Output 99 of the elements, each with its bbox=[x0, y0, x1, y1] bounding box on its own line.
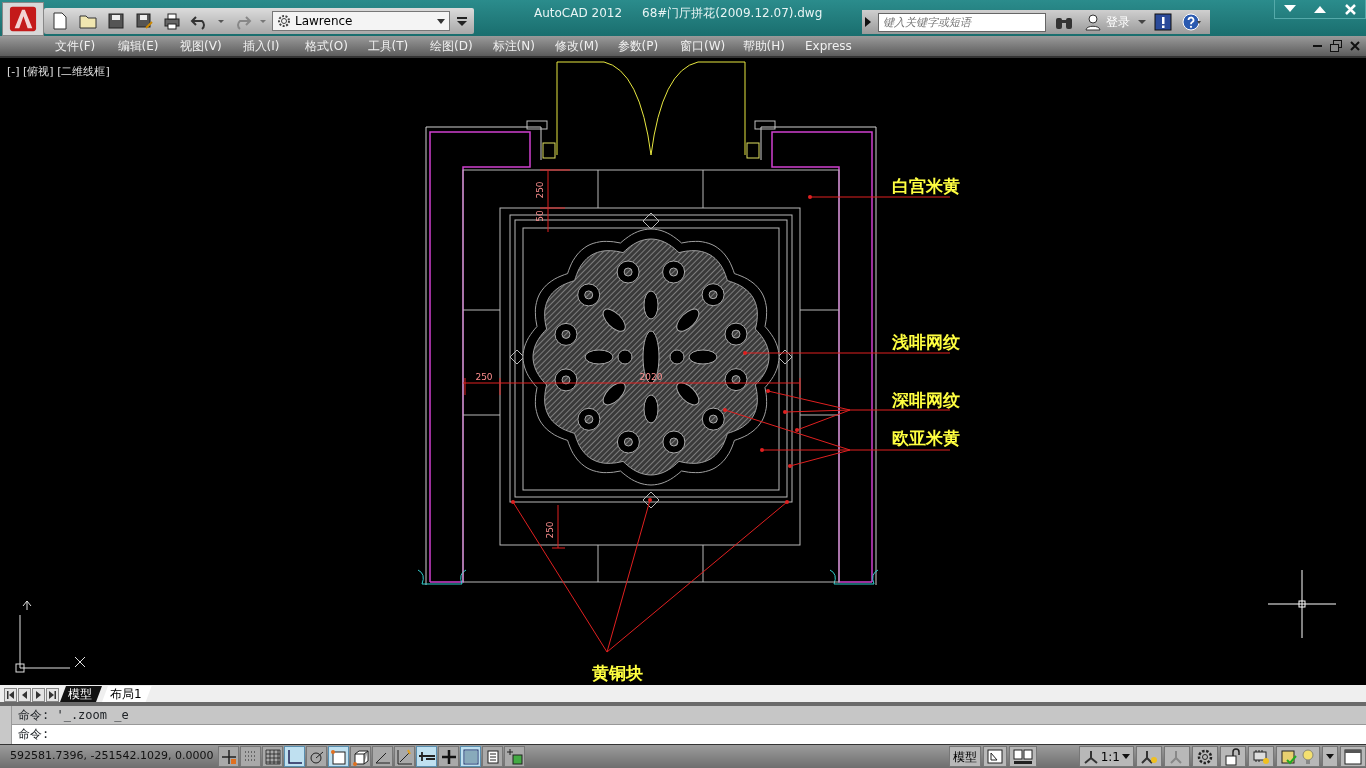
save-icon bbox=[106, 11, 126, 31]
close-icon bbox=[1350, 41, 1360, 51]
down-triangle-icon bbox=[1284, 5, 1296, 13]
print-icon bbox=[162, 11, 182, 31]
dropdown-icon bbox=[456, 14, 468, 28]
dimension-line bbox=[551, 504, 566, 549]
caret-icon bbox=[218, 19, 224, 23]
user-icon bbox=[1084, 13, 1103, 31]
snap-grid-toggle[interactable] bbox=[240, 746, 261, 767]
first-arrow-icon bbox=[6, 690, 15, 700]
layout-icon bbox=[986, 748, 1003, 765]
menu-item[interactable]: 窗口(W) bbox=[680, 37, 743, 55]
workspace-settings-button[interactable] bbox=[1192, 746, 1218, 767]
caret-icon bbox=[436, 16, 446, 26]
hardware-acceleration-button[interactable] bbox=[1248, 746, 1274, 767]
angle-toggle[interactable] bbox=[372, 746, 393, 767]
application-menu-button[interactable] bbox=[2, 2, 44, 36]
left-arrow-icon bbox=[20, 690, 29, 700]
plus-icon bbox=[439, 747, 458, 766]
callout-label: 欧亚米黄 bbox=[892, 428, 960, 448]
dimension-text: 250 bbox=[475, 372, 493, 382]
menu-item[interactable]: 参数(P) bbox=[617, 37, 680, 55]
gear-icon bbox=[1196, 747, 1214, 766]
menu-item[interactable]: Express bbox=[805, 37, 868, 55]
up-triangle-icon bbox=[1314, 5, 1326, 13]
menu-item[interactable]: 插入(I) bbox=[242, 37, 305, 55]
quick-view-drawings-button[interactable] bbox=[1008, 746, 1037, 767]
menu-item[interactable]: 工具(T) bbox=[367, 37, 430, 55]
ortho-toggle[interactable] bbox=[284, 746, 305, 767]
layout-tab[interactable]: 模型 bbox=[60, 686, 102, 702]
callout-label: 浅啡网纹 bbox=[892, 332, 960, 352]
lock-button[interactable] bbox=[1220, 746, 1246, 767]
cube-toggle[interactable] bbox=[350, 746, 371, 767]
search-field[interactable]: 键入关键字或短语 bbox=[878, 12, 1047, 32]
dimension-text: 250 bbox=[545, 521, 555, 539]
workspace-name: Lawrence bbox=[295, 13, 354, 30]
folder-check-icon bbox=[1280, 747, 1316, 766]
save-as-icon bbox=[134, 11, 154, 31]
caret-icon bbox=[1326, 753, 1334, 760]
command-line-field[interactable]: 命令: bbox=[12, 725, 1366, 744]
right-arrow-icon bbox=[34, 690, 43, 700]
callout-label: 白宫米黄 bbox=[892, 176, 960, 196]
caret-icon bbox=[260, 19, 266, 23]
two-windows-icon bbox=[1012, 748, 1033, 765]
sign-in-button[interactable]: 登录 bbox=[1082, 11, 1133, 33]
menu-item[interactable]: 格式(O) bbox=[305, 37, 368, 55]
minimize-icon bbox=[1313, 45, 1322, 47]
menu-item[interactable]: 编辑(E) bbox=[117, 37, 180, 55]
next-tab-button[interactable] bbox=[32, 688, 45, 702]
workspace-dropdown[interactable]: Lawrence bbox=[272, 11, 450, 31]
padlock-icon bbox=[1224, 747, 1242, 766]
isolate-objects-button[interactable] bbox=[1276, 746, 1320, 767]
ortho-icon bbox=[285, 747, 304, 766]
grid-icon bbox=[263, 747, 282, 766]
cube-icon bbox=[351, 747, 370, 766]
clean-screen-button[interactable] bbox=[1340, 746, 1366, 767]
new-file-icon bbox=[50, 11, 70, 31]
first-tab-button[interactable] bbox=[4, 688, 17, 702]
last-tab-button[interactable] bbox=[46, 688, 59, 702]
viewport-label[interactable]: [-] [俯视] [二维线框] bbox=[7, 64, 110, 81]
caret-icon bbox=[1138, 18, 1147, 26]
menu-item[interactable]: 文件(F) bbox=[55, 37, 118, 55]
dimension-text: 250 bbox=[535, 181, 545, 199]
app-title: AutoCAD 2012 bbox=[534, 5, 623, 22]
close-icon bbox=[1344, 3, 1356, 15]
caret-icon bbox=[1122, 753, 1130, 760]
properties-toggle[interactable] bbox=[482, 746, 503, 767]
logo-icon bbox=[9, 5, 37, 33]
dimension-text: 2020 bbox=[639, 372, 663, 382]
status-menu-button[interactable] bbox=[1322, 746, 1338, 767]
chip-icon bbox=[1252, 747, 1270, 766]
menu-item[interactable]: 视图(V) bbox=[180, 37, 243, 55]
crosshair-cursor bbox=[1267, 569, 1337, 639]
menu-item[interactable]: 修改(M) bbox=[555, 37, 618, 55]
prev-tab-button[interactable] bbox=[18, 688, 31, 702]
menu-item[interactable]: 帮助(H) bbox=[742, 37, 805, 55]
command-grip[interactable] bbox=[0, 706, 12, 744]
ucs-axis-icon bbox=[15, 600, 86, 673]
layout-tab[interactable]: 布局1 bbox=[102, 686, 152, 702]
grid-toggle[interactable] bbox=[262, 746, 283, 767]
annotation-scale-button[interactable]: 1:1 bbox=[1078, 746, 1134, 767]
callout-label: 深啡网纹 bbox=[892, 390, 960, 410]
restore-icon bbox=[1330, 40, 1342, 52]
quick-view-layouts-button[interactable] bbox=[982, 746, 1007, 767]
last-arrow-icon bbox=[48, 690, 57, 700]
menu-item[interactable]: 绘图(D) bbox=[430, 37, 493, 55]
file-title: 68#门厅拼花(2009.12.07).dwg bbox=[642, 5, 823, 22]
communication-center-button[interactable] bbox=[1152, 11, 1175, 33]
exclamation-icon bbox=[1154, 13, 1173, 31]
callout-label: 黄铜块 bbox=[591, 663, 643, 683]
gear-icon bbox=[276, 13, 292, 29]
coordinates-readout: 592581.7396, -251542.1029, 0.0000 bbox=[9, 748, 215, 765]
plus-toggle[interactable] bbox=[438, 746, 459, 767]
window-icon bbox=[1344, 748, 1362, 765]
help-icon bbox=[1182, 13, 1203, 31]
expand-arrow-icon bbox=[864, 16, 873, 28]
model-space-button[interactable]: 模型 bbox=[948, 746, 981, 767]
dimension-text: 50 bbox=[535, 210, 545, 222]
menu-item[interactable]: 标注(N) bbox=[492, 37, 555, 55]
